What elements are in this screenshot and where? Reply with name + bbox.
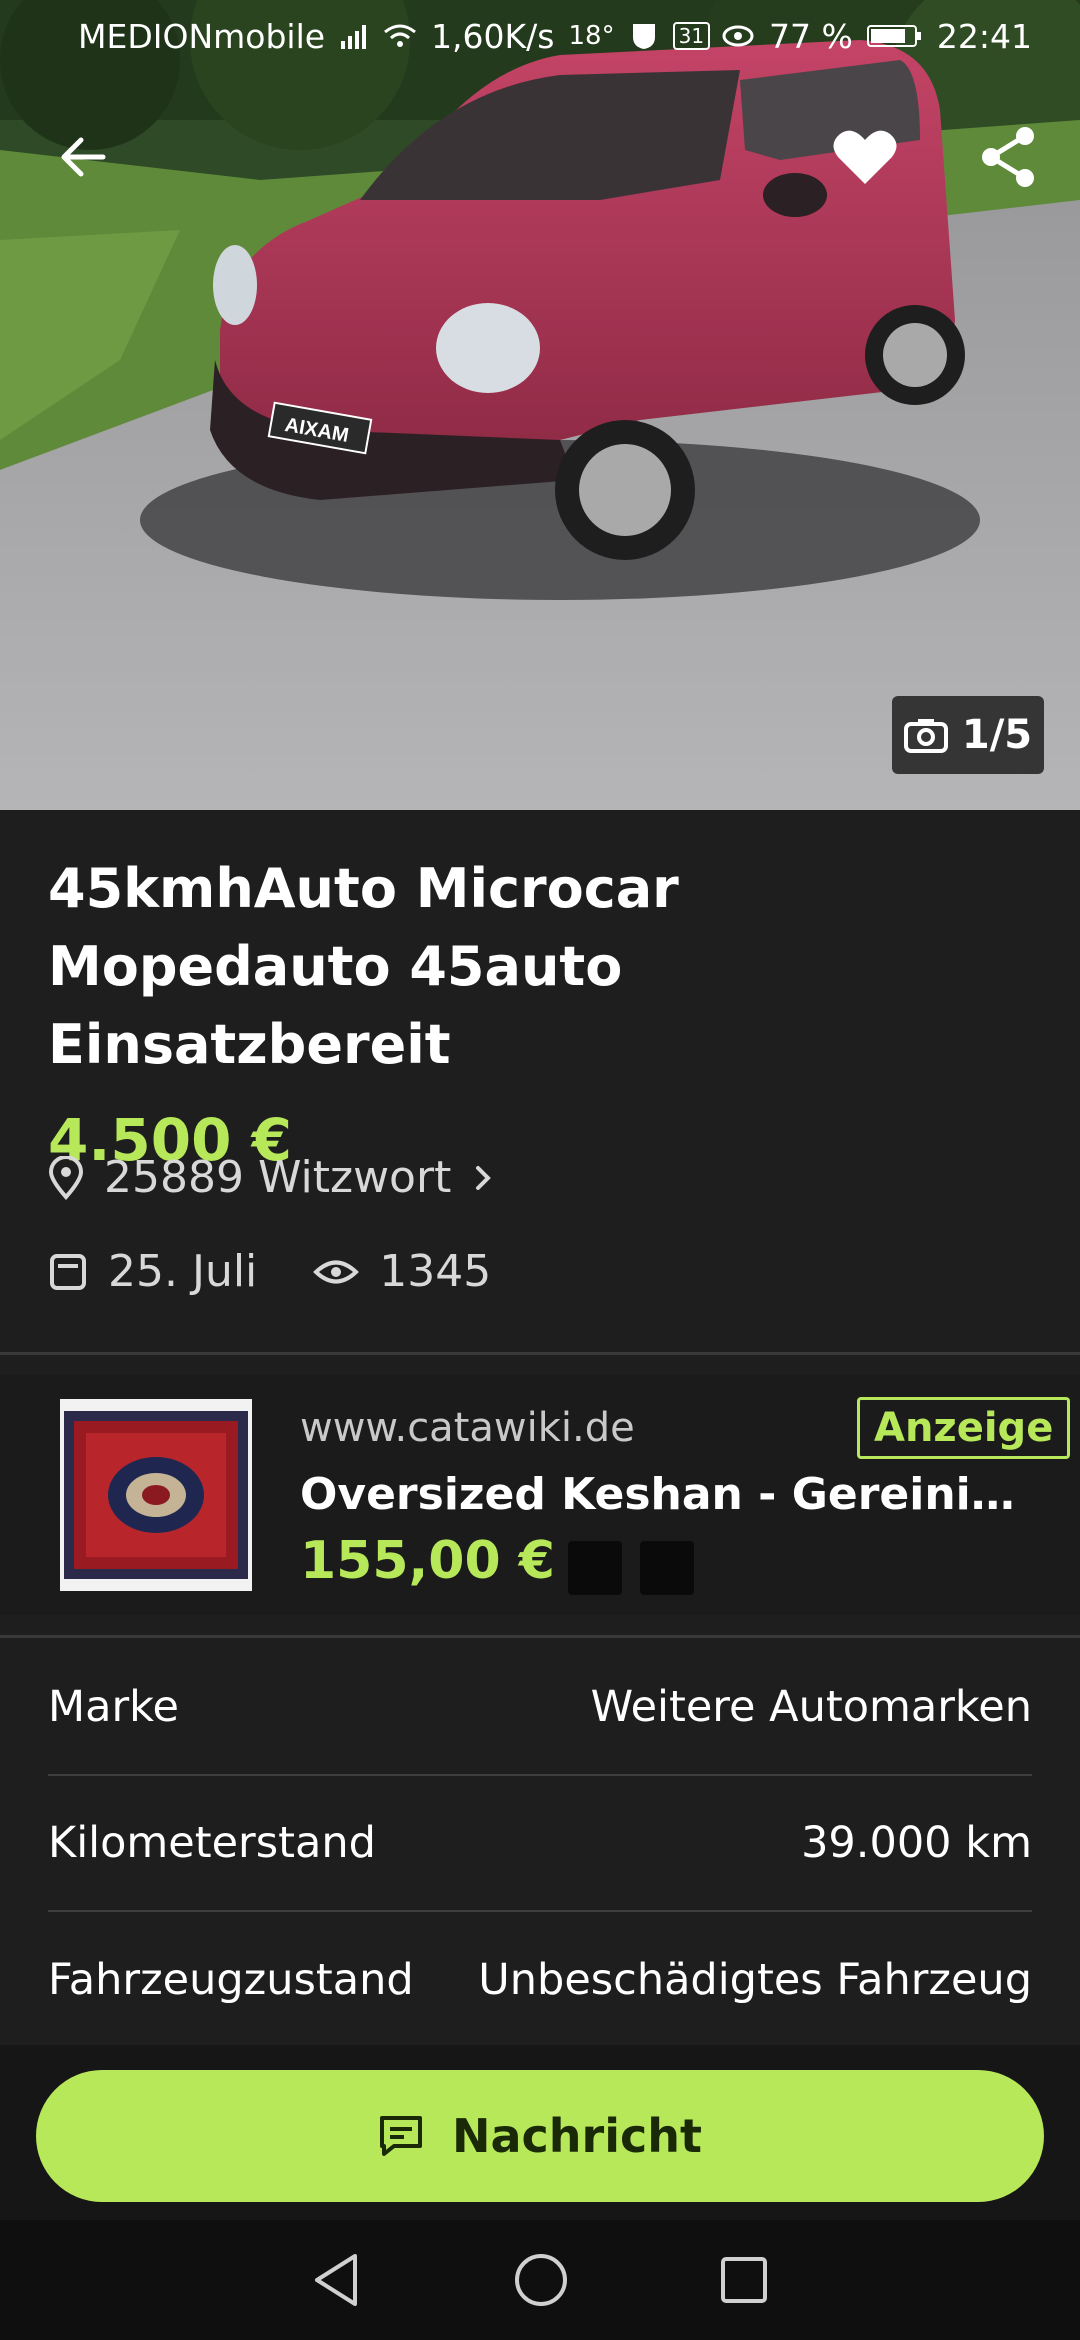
attribute-label: Fahrzeugzustand xyxy=(48,1955,414,2005)
temperature: 18° xyxy=(568,21,615,51)
message-button[interactable]: Nachricht xyxy=(36,2070,1044,2202)
attribute-row-marke: Marke Weitere Automarken xyxy=(48,1640,1032,1776)
battery-percent: 77 % xyxy=(769,16,853,56)
back-arrow-icon xyxy=(61,137,106,177)
attribute-label: Kilometerstand xyxy=(48,1818,376,1868)
photo-counter-text: 1/5 xyxy=(961,712,1033,758)
location-link[interactable]: 25889 Witzwort xyxy=(48,1152,495,1203)
photo-counter[interactable]: 1/5 xyxy=(892,696,1044,774)
attribute-value: Unbeschädigtes Fahrzeug xyxy=(478,1955,1032,2005)
favorite-button[interactable] xyxy=(820,112,910,202)
listing-info: 45kmhAuto Microcar Mopedauto 45auto Eins… xyxy=(48,850,1038,1297)
back-button[interactable] xyxy=(38,112,128,202)
battery-icon xyxy=(866,25,921,47)
shield-icon xyxy=(632,24,655,49)
rug-image xyxy=(60,1399,252,1591)
attribute-value: Weitere Automarken xyxy=(590,1682,1032,1732)
eye-icon xyxy=(313,1260,360,1283)
attribute-value: 39.000 km xyxy=(801,1818,1032,1868)
view-count: 1345 xyxy=(379,1246,492,1297)
attribute-label: Marke xyxy=(48,1682,179,1732)
nav-home-icon[interactable] xyxy=(513,2252,569,2308)
system-navigation-bar xyxy=(0,2220,1080,2340)
attributes-list: Marke Weitere Automarken Kilometerstand … xyxy=(48,1640,1032,2048)
network-speed: 1,60K/s xyxy=(431,16,555,56)
chat-icon xyxy=(379,2116,422,2156)
listing-title: 45kmhAuto Microcar Mopedauto 45auto Eins… xyxy=(48,857,679,1076)
ad-thumbnail[interactable] xyxy=(60,1399,252,1591)
clock: 22:41 xyxy=(936,16,1032,56)
divider xyxy=(0,1352,1080,1355)
calendar-icon xyxy=(50,1253,86,1290)
signal-icon xyxy=(341,25,367,49)
share-button[interactable] xyxy=(964,112,1054,202)
ad-url: www.catawiki.de xyxy=(300,1405,635,1451)
location-pin-icon xyxy=(48,1155,84,1200)
ad-title[interactable]: Oversized Keshan - Gereinigter... xyxy=(300,1469,1040,1520)
chevron-right-icon xyxy=(476,1165,492,1190)
status-bar: MEDIONmobile 1,60K/s 18° 31 77 % 22:41 xyxy=(0,0,1080,72)
ad-price: 155,00 € xyxy=(300,1531,555,1591)
ad-option-swatch[interactable] xyxy=(640,1541,694,1595)
car-photo: AIXAM xyxy=(0,0,1080,810)
listing-photo[interactable]: AIXAM MEDIONmobile 1,60K/s 18° 31 77 % 2… xyxy=(0,0,1080,810)
divider xyxy=(0,1635,1080,1638)
message-button-label: Nachricht xyxy=(451,2109,702,2163)
wifi-icon xyxy=(384,24,416,47)
nav-back-icon[interactable] xyxy=(311,2252,363,2308)
ad-option-swatch[interactable] xyxy=(568,1541,622,1595)
ad-badge: Anzeige xyxy=(857,1397,1071,1459)
listing-date: 25. Juli xyxy=(108,1246,258,1297)
sponsored-ad[interactable]: www.catawiki.de Anzeige Oversized Keshan… xyxy=(0,1375,1080,1615)
location-text: 25889 Witzwort xyxy=(104,1152,452,1203)
attribute-row-fahrzeugzustand: Fahrzeugzustand Unbeschädigtes Fahrzeug xyxy=(48,1912,1032,2048)
eye-comfort-icon xyxy=(722,25,754,47)
camera-icon xyxy=(903,719,948,753)
bottom-action-bar: Nachricht xyxy=(0,2045,1080,2220)
share-icon xyxy=(982,127,1034,187)
attribute-row-kilometerstand: Kilometerstand 39.000 km xyxy=(48,1776,1032,1912)
heart-icon xyxy=(833,130,897,184)
date-views-row: 25. Juli 1345 xyxy=(48,1246,491,1297)
carrier-name: MEDIONmobile xyxy=(78,16,326,56)
nav-recents-icon[interactable] xyxy=(719,2255,769,2305)
calendar-status-icon: 31 xyxy=(672,22,711,50)
